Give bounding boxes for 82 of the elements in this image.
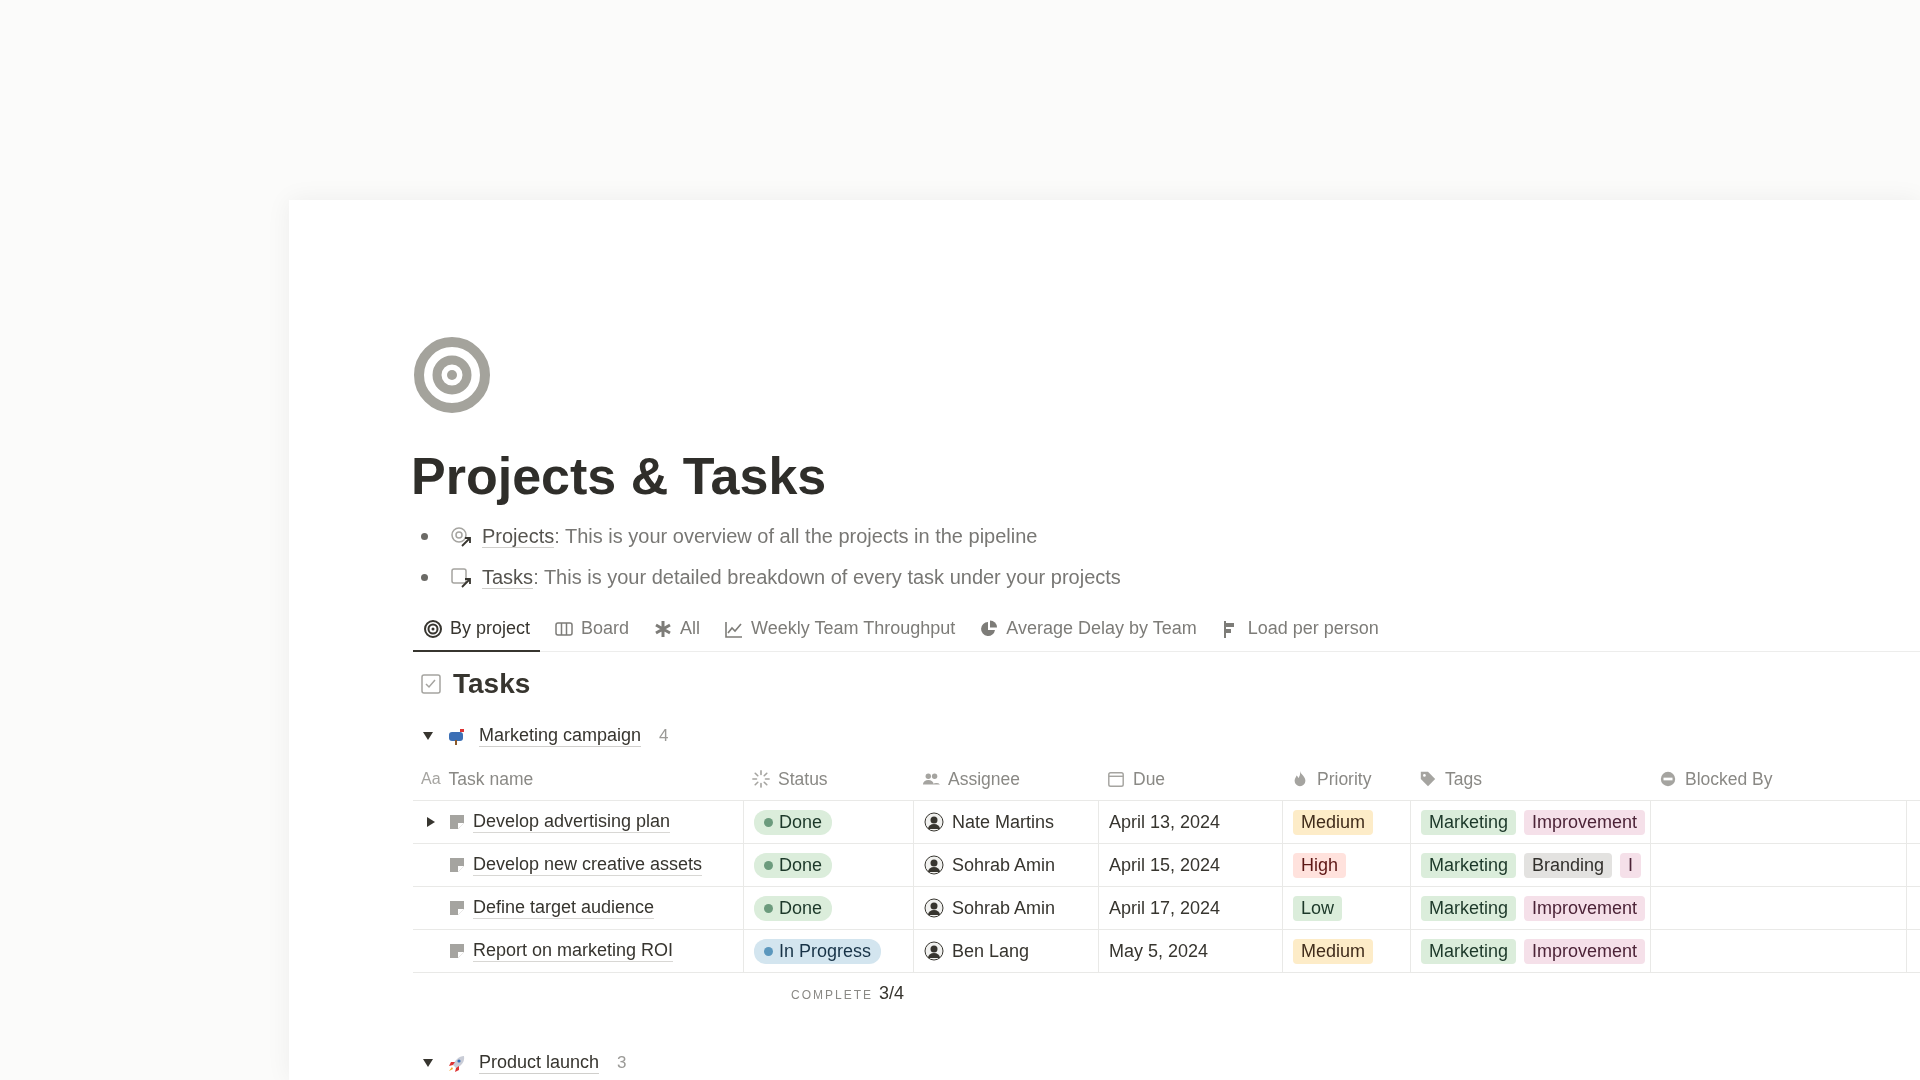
status-pill: In Progress	[754, 938, 882, 964]
status-dot-icon	[764, 860, 773, 870]
page-icon	[449, 900, 465, 916]
tag: Branding	[1524, 852, 1613, 878]
tag: Marketing	[1421, 938, 1517, 964]
summary-label: COMPLETE	[791, 988, 873, 1002]
view-tab[interactable]: By project	[413, 610, 541, 652]
checkbox-icon	[421, 674, 441, 694]
task-name[interactable]: Report on marketing ROI	[473, 940, 674, 962]
tag: I	[1620, 852, 1642, 878]
view-tab[interactable]: Board	[544, 610, 640, 652]
status-pill: Done	[754, 809, 833, 835]
tag: Marketing	[1421, 852, 1517, 878]
page-title: Projects & Tasks	[411, 446, 828, 506]
target-icon	[423, 618, 443, 639]
avatar-icon	[924, 941, 944, 961]
status-pill: Done	[754, 895, 833, 921]
page-icon	[449, 814, 465, 830]
column-header[interactable]: Due	[1099, 758, 1283, 800]
tag-icon	[1419, 770, 1437, 788]
bullet-dot	[421, 574, 428, 581]
page-link[interactable]: Projects	[482, 525, 555, 548]
target-icon	[413, 336, 491, 414]
tag: Marketing	[1421, 809, 1517, 835]
avatar-icon	[924, 855, 944, 875]
column-header[interactable]: Tags	[1411, 758, 1651, 800]
link-description: Tasks: This is your detailed breakdown of every task under your projects	[482, 566, 1121, 589]
blocked-icon	[1659, 770, 1677, 788]
column-header[interactable]: Blocked By	[1651, 758, 1907, 800]
view-tab[interactable]: Weekly Team Throughput	[714, 610, 966, 652]
tag: Improvement	[1524, 809, 1646, 835]
group-name[interactable]: Marketing campaign	[479, 725, 642, 747]
status-dot-icon	[764, 817, 773, 827]
column-header[interactable]: Priority	[1283, 758, 1411, 800]
page-icon	[449, 857, 465, 873]
view-tab[interactable]: Average Delay by Team	[969, 610, 1207, 652]
avatar-icon	[924, 812, 944, 832]
task-name[interactable]: Develop new creative assets	[473, 854, 703, 876]
tag: Marketing	[1421, 895, 1517, 921]
group-count: 3	[617, 1053, 627, 1073]
due-date: April 15, 2024	[1109, 854, 1221, 876]
column-header[interactable]: Aa Task name	[413, 758, 744, 800]
rocket-icon	[447, 1053, 467, 1073]
assignee-name: Sohrab Amin	[952, 897, 1056, 919]
tag: Improvement	[1524, 938, 1646, 964]
due-date: May 5, 2024	[1109, 940, 1209, 962]
priority-tag: Medium	[1293, 938, 1374, 964]
group-count: 4	[659, 726, 669, 746]
task-name[interactable]: Develop advertising plan	[473, 811, 671, 833]
priority-tag: High	[1293, 852, 1347, 878]
tag: Improvement	[1524, 895, 1646, 921]
pie-chart-icon	[979, 618, 1000, 639]
summary-value: 3/4	[879, 983, 905, 1004]
priority-tag: Low	[1293, 895, 1343, 921]
checkbox-link-icon	[450, 566, 472, 589]
database-title: Tasks	[453, 668, 531, 700]
page-link[interactable]: Tasks	[482, 566, 534, 589]
assignee-name: Sohrab Amin	[952, 854, 1056, 876]
status-dot-icon	[764, 946, 773, 956]
status-dot-icon	[764, 903, 773, 913]
priority-tag: Medium	[1293, 809, 1374, 835]
text-property-mark: Aa	[421, 770, 441, 788]
due-date: April 13, 2024	[1109, 811, 1221, 833]
loading-icon	[752, 770, 770, 788]
task-name[interactable]: Define target audience	[473, 897, 655, 919]
assignee-name: Ben Lang	[952, 940, 1030, 962]
bullet-dot	[421, 533, 428, 540]
group-name[interactable]: Product launch	[479, 1052, 600, 1074]
avatar-icon	[924, 898, 944, 918]
view-tab[interactable]: Load per person	[1210, 610, 1389, 652]
page-icon	[449, 943, 465, 959]
column-header[interactable]: Assignee	[914, 758, 1099, 800]
assignee-name: Nate Martins	[952, 811, 1055, 833]
link-description: Projects: This is your overview of all the projects in the pipeline	[482, 525, 1038, 548]
view-tab[interactable]: All	[643, 610, 711, 652]
target-link-icon	[450, 525, 472, 548]
status-pill: Done	[754, 852, 833, 878]
expand-triangle-icon[interactable]	[425, 816, 437, 828]
column-header[interactable]: Status	[744, 758, 914, 800]
calendar-icon	[1107, 770, 1125, 788]
mailbox-icon	[447, 726, 467, 746]
due-date: April 17, 2024	[1109, 897, 1221, 919]
